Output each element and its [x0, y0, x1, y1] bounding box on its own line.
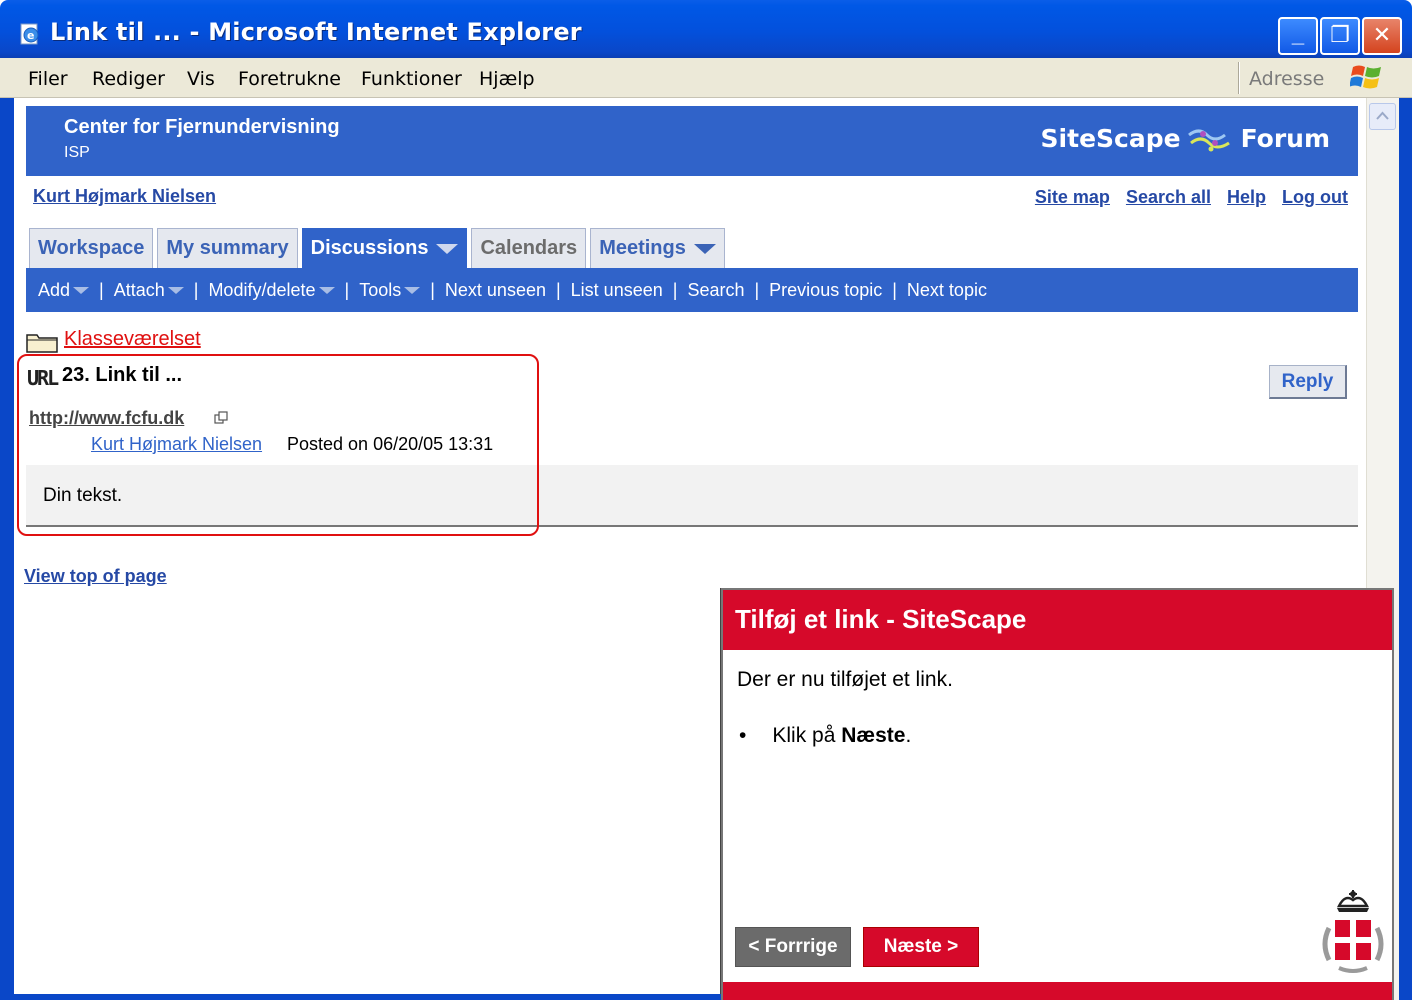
- user-name-link[interactable]: Kurt Højmark Nielsen: [33, 186, 216, 207]
- toolbar-separator: |: [754, 279, 760, 300]
- tab-workspace[interactable]: Workspace: [29, 228, 154, 268]
- tab-label: Workspace: [38, 237, 145, 259]
- toolbar-separator: |: [555, 279, 561, 300]
- chevron-down-icon: [404, 286, 421, 294]
- chevron-down-icon: [167, 286, 184, 294]
- popup-header: Tilføj et link - SiteScape: [723, 590, 1392, 650]
- previous-button[interactable]: < Forrrige: [735, 927, 851, 967]
- close-button[interactable]: ✕: [1362, 17, 1402, 55]
- address-label[interactable]: Adresse: [1249, 68, 1324, 90]
- menu-bar: Filer Rediger Vis Foretrukne Funktioner …: [0, 58, 1412, 98]
- window-titlebar[interactable]: e Link til ... - Microsoft Internet Expl…: [0, 0, 1412, 58]
- minimize-button[interactable]: _: [1278, 17, 1318, 55]
- toolbar-label: Add: [38, 279, 71, 300]
- toolbar-next-topic[interactable]: Next topic: [907, 280, 987, 301]
- tab-label: My summary: [166, 237, 289, 259]
- menu-funktioner[interactable]: Funktioner: [361, 68, 462, 90]
- tutorial-highlight: [17, 354, 539, 536]
- org-name: Center for Fjernundervisning: [64, 116, 340, 138]
- toolbar-separator: |: [430, 279, 435, 300]
- popup-footer: [723, 982, 1392, 1000]
- folder-icon: [26, 334, 58, 353]
- menu-filer[interactable]: Filer: [28, 68, 68, 90]
- popup-text: Der er nu tilføjet et link.: [737, 668, 953, 691]
- scroll-up-button[interactable]: [1369, 103, 1396, 130]
- menu-rediger[interactable]: Rediger: [92, 68, 165, 90]
- menu-foretrukne[interactable]: Foretrukne: [238, 68, 341, 90]
- reply-button[interactable]: Reply: [1269, 365, 1347, 399]
- window-title: Link til ... - Microsoft Internet Explor…: [50, 18, 582, 46]
- toolbar-previous-topic[interactable]: Previous topic: [769, 280, 882, 301]
- svg-text:e: e: [27, 29, 34, 42]
- tab-calendars[interactable]: Calendars: [471, 228, 587, 268]
- popup-instruction-text: Klik på Næste.: [772, 724, 911, 748]
- toolbar-separator: |: [99, 279, 104, 300]
- instruction-bold: Næste: [841, 724, 906, 747]
- tab-bar: Workspace My summary Discussions Calenda…: [29, 228, 729, 268]
- help-link[interactable]: Help: [1227, 187, 1266, 208]
- popup-title: Tilføj et link - SiteScape: [735, 604, 1027, 634]
- log-out-link[interactable]: Log out: [1282, 187, 1348, 208]
- windows-flag-icon: [1350, 65, 1381, 89]
- site-map-link[interactable]: Site map: [1035, 187, 1110, 208]
- instruction-prefix: Klik på: [772, 724, 842, 747]
- toolbar-label: Modify/delete: [208, 279, 316, 300]
- chevron-down-icon: [73, 286, 90, 294]
- toolbar-tools[interactable]: Tools: [359, 279, 421, 301]
- toolbar-next-unseen[interactable]: Next unseen: [445, 280, 546, 301]
- bullet-icon: •: [739, 724, 747, 747]
- next-button[interactable]: Næste >: [863, 927, 979, 967]
- toolbar-attach[interactable]: Attach: [114, 280, 184, 301]
- window-bottom-border: [0, 994, 721, 1000]
- toolbar-modify-delete[interactable]: Modify/delete: [208, 279, 335, 301]
- org-sub: ISP: [64, 144, 90, 161]
- toolbar-separator: |: [344, 279, 350, 300]
- sitescape-mark-icon: [1187, 129, 1230, 151]
- toolbar-list-unseen[interactable]: List unseen: [571, 280, 663, 301]
- window-left-border: [0, 98, 14, 1000]
- chevron-down-icon: [693, 243, 716, 254]
- tab-discussions[interactable]: Discussions: [301, 228, 468, 268]
- view-top-link[interactable]: View top of page: [24, 566, 167, 587]
- chevron-up-icon: [1376, 111, 1389, 120]
- sitescape-logo: SiteScape Forum: [1041, 124, 1330, 153]
- crown-crest-icon: [1322, 890, 1384, 973]
- toolbar-separator: |: [672, 279, 678, 300]
- tab-my-summary[interactable]: My summary: [157, 228, 298, 268]
- logo-text-left: SiteScape: [1040, 124, 1181, 153]
- site-header: Center for Fjernundervisning ISP SiteSca…: [26, 106, 1358, 176]
- search-all-link[interactable]: Search all: [1126, 187, 1211, 208]
- toolbar-separator: |: [193, 279, 199, 300]
- ie-page-icon: e: [20, 23, 39, 45]
- menu-hjaelp[interactable]: Hjælp: [479, 68, 535, 90]
- toolbar-search[interactable]: Search: [687, 280, 744, 301]
- top-links: Site map Search all Help Log out: [1035, 187, 1348, 208]
- discussion-toolbar: Add | Attach | Modify/delete | Tools | N…: [26, 268, 1358, 312]
- tab-label: Meetings: [599, 237, 686, 259]
- toolbar-separator: |: [892, 279, 897, 300]
- toolbar-label: Attach: [113, 279, 165, 300]
- chevron-down-icon: [318, 286, 335, 294]
- window-right-border: [1399, 98, 1412, 1000]
- tutorial-popup: Tilføj et link - SiteScape Der er nu til…: [721, 588, 1394, 1000]
- logo-text-right: Forum: [1240, 124, 1330, 153]
- instruction-suffix: .: [905, 724, 912, 747]
- folder-breadcrumb-link[interactable]: Klasseværelset: [64, 328, 201, 351]
- address-separator: [1238, 62, 1240, 94]
- tab-label: Discussions: [310, 237, 429, 259]
- menu-vis[interactable]: Vis: [187, 68, 215, 90]
- toolbar-add[interactable]: Add: [38, 279, 90, 301]
- tab-label: Calendars: [480, 237, 578, 259]
- popup-instruction: • Klik på Næste.: [739, 724, 911, 748]
- chevron-down-icon: [436, 243, 459, 254]
- maximize-button[interactable]: ❐: [1320, 17, 1360, 55]
- toolbar-label: Tools: [359, 279, 402, 300]
- tab-meetings[interactable]: Meetings: [590, 228, 725, 268]
